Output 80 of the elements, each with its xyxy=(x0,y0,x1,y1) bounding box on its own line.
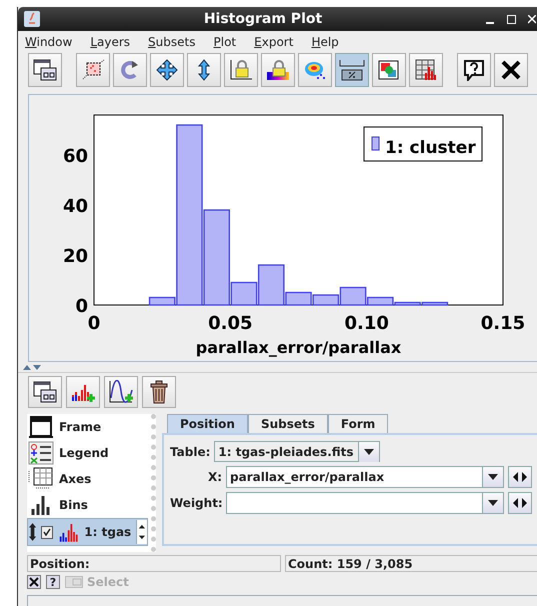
layer-item[interactable]: 1: tgas xyxy=(27,518,148,546)
legend-swatch xyxy=(372,136,380,150)
color-layers-icon xyxy=(377,59,401,81)
x-axis-title: parallax_error/parallax xyxy=(196,338,402,357)
toolbar-button[interactable] xyxy=(372,53,406,87)
toolbar-button[interactable] xyxy=(457,53,491,87)
layer-checkbox[interactable] xyxy=(41,526,53,538)
move-arrows-icon xyxy=(155,59,179,81)
windows-icon xyxy=(33,381,57,403)
menu-item[interactable]: Layers xyxy=(90,35,130,49)
toolbar-button[interactable] xyxy=(150,53,184,87)
add-function-icon xyxy=(108,380,134,404)
menu-item[interactable]: Window xyxy=(25,35,72,49)
table-histogram-icon xyxy=(414,59,438,81)
x-tick-label: 0.05 xyxy=(208,313,253,334)
density-map-icon xyxy=(303,59,327,81)
y-tick-label: 20 xyxy=(62,246,88,267)
x-combo[interactable]: parallax_error/parallax xyxy=(226,466,504,488)
toolbar-button[interactable] xyxy=(28,53,62,87)
menu-item[interactable]: Export xyxy=(254,35,294,49)
layer-item[interactable]: Frame xyxy=(27,414,148,440)
toolbar-button[interactable] xyxy=(261,53,295,87)
tab[interactable]: Position xyxy=(167,414,248,433)
spinner-icon[interactable] xyxy=(136,520,147,544)
layer-toolbar-button[interactable] xyxy=(104,376,138,408)
x-tick-label: 0.10 xyxy=(344,313,389,334)
splitter-arrows-icon[interactable] xyxy=(22,364,42,370)
menu-item[interactable]: Subsets xyxy=(148,35,196,49)
layer-toolbar-button[interactable] xyxy=(28,376,62,408)
toolbar-button[interactable] xyxy=(187,53,221,87)
dropdown-icon xyxy=(364,448,374,454)
field-label: Weight: xyxy=(170,496,222,510)
layer-item[interactable]: Bins xyxy=(27,492,148,518)
step-buttons[interactable] xyxy=(508,492,532,514)
field-label: Table: xyxy=(170,444,210,458)
layer-toolbar-button[interactable] xyxy=(142,376,176,408)
legend-icon xyxy=(28,441,54,465)
percent-axis-icon xyxy=(339,59,365,81)
tab[interactable]: Subsets xyxy=(248,414,328,433)
left-right-arrows-icon xyxy=(512,472,528,482)
legend-label: 1: cluster xyxy=(385,138,476,158)
step-buttons[interactable] xyxy=(508,466,532,488)
window-icon xyxy=(65,576,83,588)
maximize-icon[interactable] xyxy=(507,14,516,24)
close-icon xyxy=(499,59,523,81)
y-tick-label: 60 xyxy=(62,146,88,167)
y-tick-label: 0 xyxy=(75,296,88,317)
layer-item[interactable]: Legend xyxy=(27,440,148,466)
toolbar-button[interactable] xyxy=(335,53,369,87)
toolbar-button[interactable] xyxy=(76,53,110,87)
window-title: Histogram Plot xyxy=(202,11,324,27)
y-tick-label: 40 xyxy=(62,196,88,217)
dropdown-icon xyxy=(488,474,498,480)
trash-icon xyxy=(148,380,170,404)
x-tick-label: 0 xyxy=(88,313,100,334)
layer-item[interactable]: Axes xyxy=(27,466,148,492)
help-button[interactable]: ? xyxy=(46,575,60,589)
cancel-button[interactable] xyxy=(27,575,41,589)
zoom-box-icon xyxy=(81,59,105,81)
left-right-arrows-icon xyxy=(512,498,528,508)
toolbar-button[interactable] xyxy=(409,53,443,87)
tab[interactable]: Form xyxy=(328,414,388,433)
position-readout: Position: xyxy=(27,555,281,572)
app-icon xyxy=(24,11,40,27)
table-combo[interactable]: 1: tgas-pleiades.fits xyxy=(214,441,380,462)
close-icon[interactable] xyxy=(528,14,536,24)
axis-lock-icon xyxy=(229,59,253,81)
x-tick-label: 0.15 xyxy=(480,313,526,334)
field-label: X: xyxy=(206,470,222,484)
color-lock-icon xyxy=(266,59,290,81)
dropdown-icon xyxy=(488,500,498,506)
toolbar-button[interactable] xyxy=(224,53,258,87)
drag-handle-icon[interactable] xyxy=(29,522,36,542)
windows-icon xyxy=(33,59,57,81)
help-icon xyxy=(462,59,486,81)
menu-item[interactable]: Help xyxy=(311,35,339,49)
count-readout: Count: 159 / 3,085 xyxy=(285,555,537,572)
close-icon xyxy=(29,577,39,587)
menu-item[interactable]: Plot xyxy=(214,35,236,49)
toolbar-button[interactable] xyxy=(494,53,528,87)
